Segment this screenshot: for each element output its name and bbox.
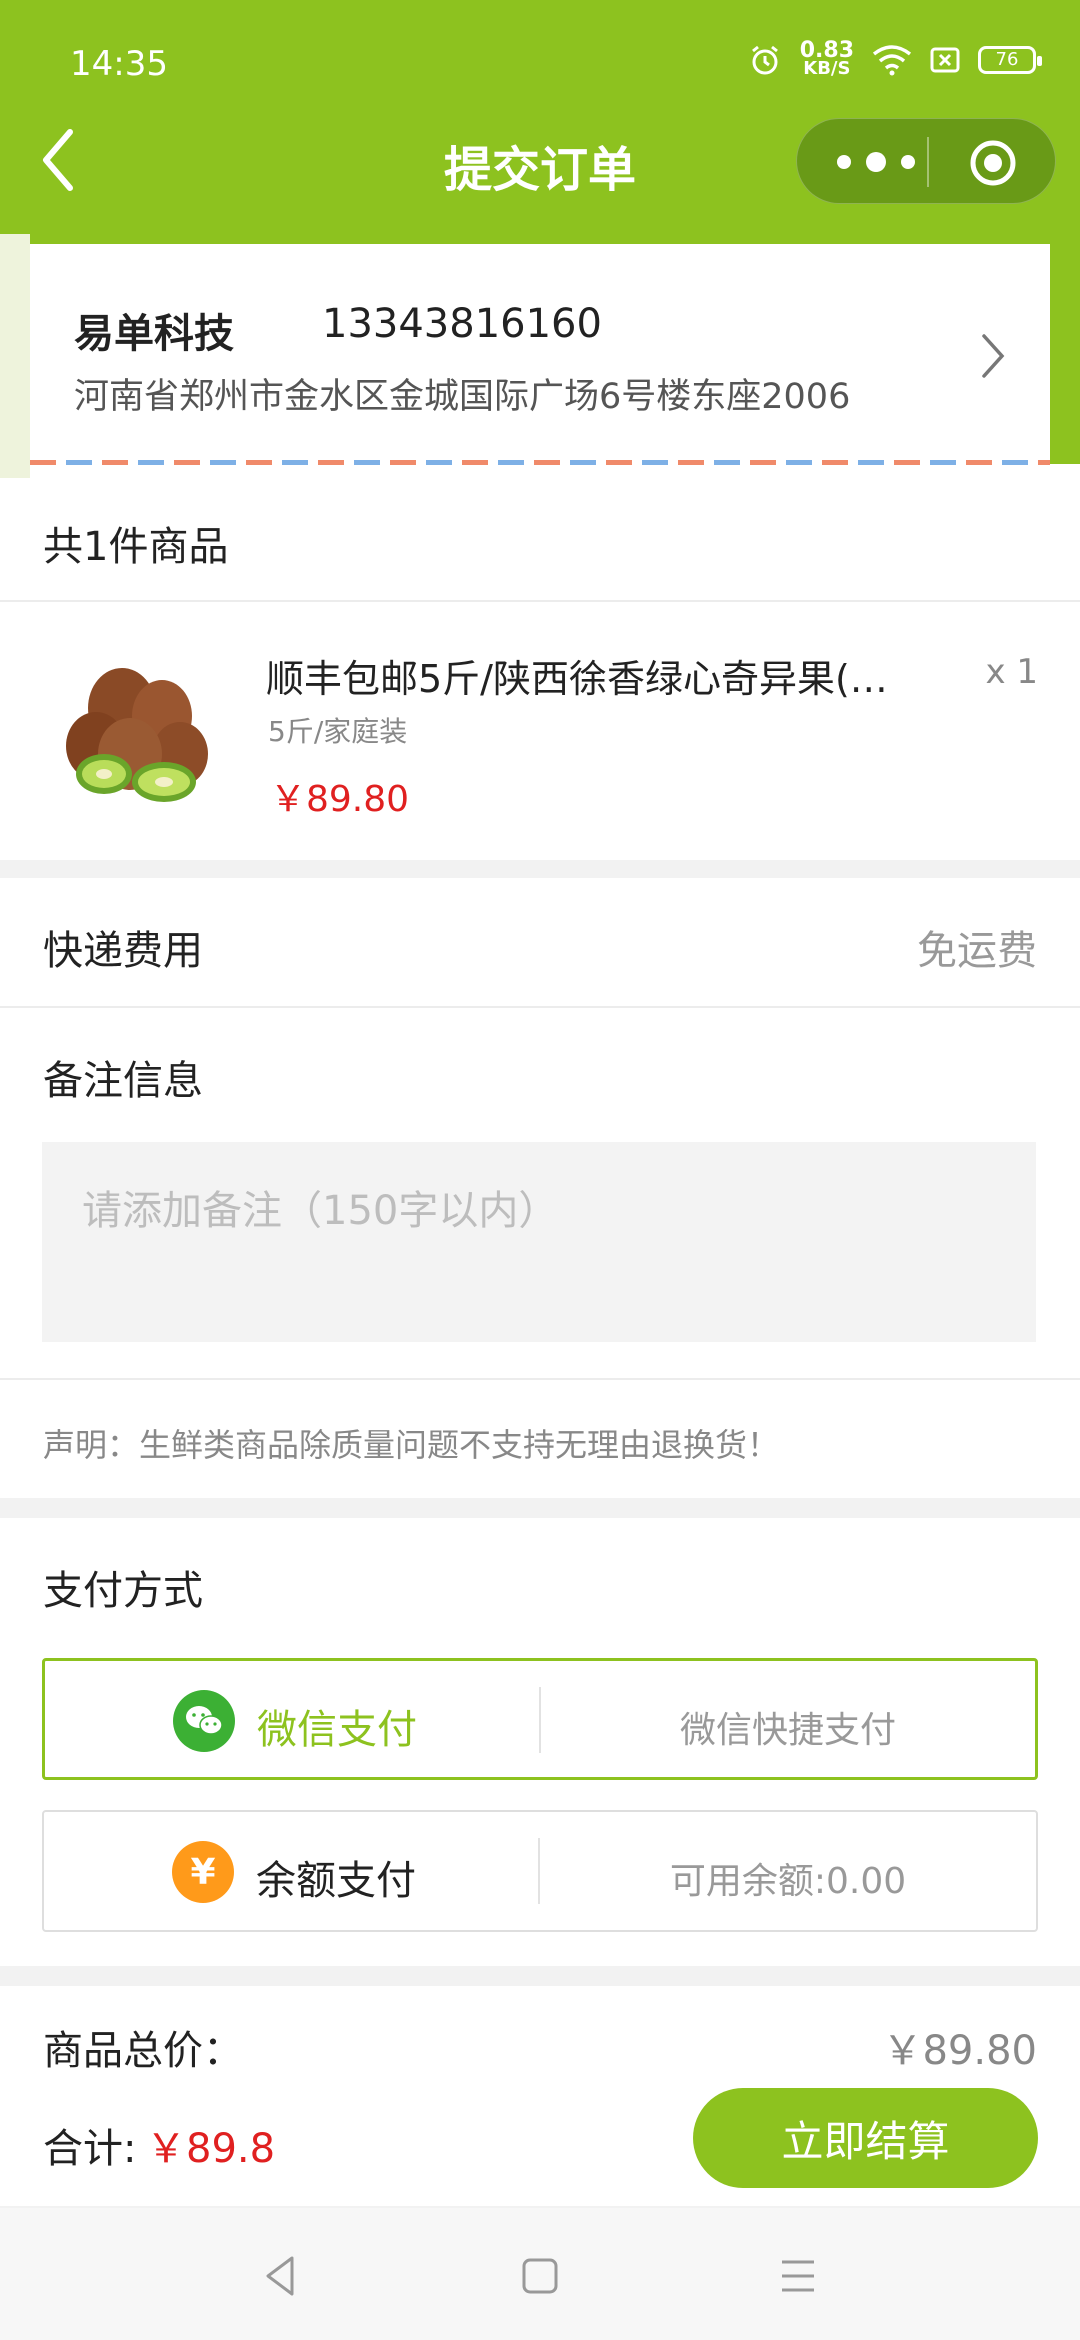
yuan-glyph: ¥ xyxy=(190,1851,216,1893)
product-quantity: x 1 xyxy=(985,652,1038,692)
app-header: 14:35 0.83 KB/S 76 提交订单 xyxy=(0,0,1080,234)
remark-input[interactable] xyxy=(42,1142,1036,1342)
goods-total-value: ￥89.80 xyxy=(882,2028,1037,2072)
nav-back-icon[interactable] xyxy=(258,2252,306,2300)
goods-total-row: 商品总价： ￥89.80 xyxy=(0,1986,1080,2072)
shipping-value: 免运费 xyxy=(917,928,1037,974)
shipping-label: 快递费用 xyxy=(43,928,203,974)
payment-option-wechat[interactable]: 微信支付 微信快捷支付 xyxy=(42,1658,1038,1780)
payment-option-desc: 微信快捷支付 xyxy=(679,1710,896,1751)
notice-section: 声明：生鲜类商品除质量问题不支持无理由退换货！ xyxy=(0,1380,1080,1498)
nav-home-icon[interactable] xyxy=(516,2252,564,2300)
payment-option-name: 微信支付 xyxy=(257,1707,417,1753)
payment-label: 支付方式 xyxy=(43,1568,203,1614)
checkout-bar: 合计: ￥89.8 立即结算 xyxy=(0,2072,1080,2206)
status-bar: 14:35 0.83 KB/S 76 xyxy=(0,0,1080,130)
payment-option-balance[interactable]: ¥ 余额支付 可用余额:0.00 xyxy=(42,1810,1038,1932)
battery-level: 76 xyxy=(995,49,1019,70)
product-spec: 5斤/家庭装 xyxy=(268,715,408,748)
system-nav-bar xyxy=(0,2208,1080,2340)
address-left-edge xyxy=(0,234,30,480)
net-speed: 0.83 KB/S xyxy=(800,40,854,79)
recipient-name: 易单科技 xyxy=(74,311,234,357)
goods-count: 共1件商品 xyxy=(43,524,229,570)
sum-label: 合计: xyxy=(43,2126,137,2172)
mini-program-capsule xyxy=(796,118,1056,204)
status-time: 14:35 xyxy=(70,44,168,84)
sum-value: ￥89.8 xyxy=(146,2126,276,2172)
address-right-edge xyxy=(1050,234,1080,464)
product-price: ￥89.80 xyxy=(270,779,410,820)
status-icons: 0.83 KB/S 76 xyxy=(748,40,1042,79)
payment-option-desc: 可用余额:0.00 xyxy=(669,1861,907,1902)
payment-section: 支付方式 微信支付 微信快捷支付 ¥ 余额支付 可用余额:0.00 xyxy=(0,1518,1080,1966)
capsule-divider xyxy=(927,137,929,187)
chevron-right-icon xyxy=(982,334,1005,378)
payment-option-name: 余额支付 xyxy=(256,1858,416,1904)
product-name: 顺丰包邮5斤/陕西徐香绿心奇异果(… xyxy=(266,657,888,701)
wifi-icon xyxy=(872,45,912,76)
goods-total-label: 商品总价： xyxy=(43,2028,243,2072)
net-speed-unit: KB/S xyxy=(803,58,851,79)
product-image xyxy=(66,668,208,802)
remark-label: 备注信息 xyxy=(43,1058,203,1104)
sim-icon xyxy=(930,47,960,73)
close-miniprogram-icon[interactable] xyxy=(969,139,1017,187)
nav-menu-icon[interactable] xyxy=(774,2252,822,2300)
checkout-button[interactable]: 立即结算 xyxy=(693,2088,1038,2188)
envelope-stripe xyxy=(30,460,1050,465)
address-card[interactable]: 易单科技 13343816160 河南省郑州市金水区金城国际广场6号楼东座200… xyxy=(30,246,1050,466)
recipient-phone: 13343816160 xyxy=(322,301,602,347)
wechat-icon xyxy=(173,1690,235,1752)
goods-count-section: 共1件商品 xyxy=(0,478,1080,600)
address-detail: 河南省郑州市金水区金城国际广场6号楼东座2006 xyxy=(74,377,851,417)
more-icon[interactable] xyxy=(831,149,921,175)
alarm-icon xyxy=(751,45,778,75)
remark-section: 备注信息 xyxy=(0,1008,1080,1378)
shipping-section: 快递费用 免运费 xyxy=(0,878,1080,1006)
return-policy-notice: 声明：生鲜类商品除质量问题不支持无理由退换货！ xyxy=(43,1426,780,1464)
battery-icon: 76 xyxy=(978,46,1042,74)
yuan-icon: ¥ xyxy=(172,1841,234,1903)
list-item[interactable]: 顺丰包邮5斤/陕西徐香绿心奇异果(… x 1 5斤/家庭装 ￥89.80 xyxy=(0,602,1080,860)
